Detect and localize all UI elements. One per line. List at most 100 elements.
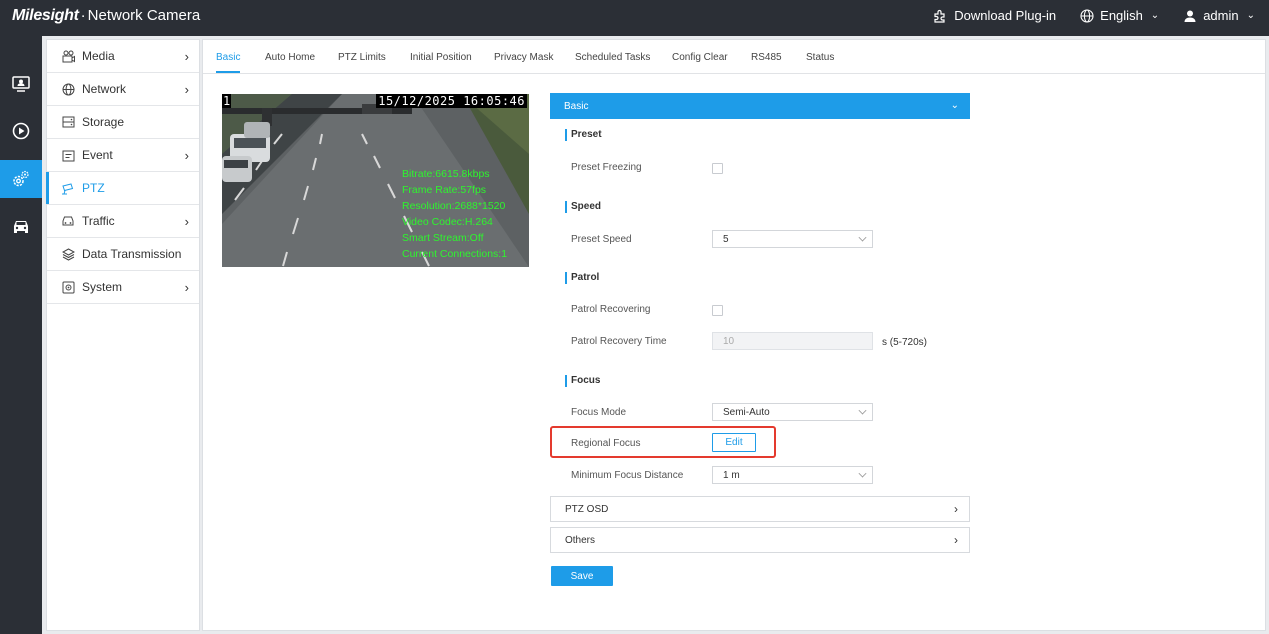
tab-auto-home[interactable]: Auto Home (265, 52, 315, 63)
chevron-down-icon: ⌄ (1150, 10, 1160, 21)
playback-icon (12, 122, 30, 140)
sidebar-item-event[interactable]: Event › (47, 139, 199, 172)
chevron-down-icon (858, 406, 867, 415)
chevron-right-icon: › (184, 82, 189, 97)
brand-logo: Milesight (12, 7, 79, 24)
brand-title: Network Camera (87, 7, 201, 24)
others-label: Others (565, 534, 596, 546)
top-bar: Milesight · Network Camera Download Plug… (0, 0, 1269, 36)
sidebar-item-storage[interactable]: Storage (47, 106, 199, 139)
min-focus-distance-select[interactable]: 1 m (712, 466, 873, 484)
regional-focus-label: Regional Focus (571, 438, 641, 449)
event-icon (61, 148, 75, 162)
user-menu[interactable]: admin ⌄ (1183, 8, 1255, 23)
chevron-right-icon: › (184, 49, 189, 64)
group-title-preset: Preset (565, 129, 602, 141)
download-plugin-label: Download Plug-in (954, 8, 1057, 23)
globe-icon (1080, 8, 1094, 23)
tab-bar: Basic Auto Home PTZ Limits Initial Posit… (203, 40, 1265, 74)
osd-resolution: Resolution:2688*1520 (402, 200, 506, 212)
settings-side-menu: Media › Network › Storage Event › PTZ Tr… (46, 39, 200, 631)
osd-smart-stream: Smart Stream:Off (402, 232, 484, 244)
download-plugin-link[interactable]: Download Plug-in (933, 8, 1056, 23)
sidebar-item-label: Media (82, 49, 115, 63)
brand: Milesight · Network Camera (12, 7, 200, 25)
save-button[interactable]: Save (551, 566, 613, 586)
tab-basic[interactable]: Basic (216, 52, 241, 73)
tab-rs485[interactable]: RS485 (751, 52, 782, 63)
section-title: Basic (564, 100, 589, 112)
patrol-recovery-time-unit: s (5-720s) (882, 337, 928, 348)
sidebar-item-traffic[interactable]: Traffic › (47, 205, 199, 238)
car-icon (61, 214, 75, 228)
language-label: English (1100, 8, 1143, 23)
live-view-icon (12, 76, 30, 92)
regional-focus-edit-button[interactable]: Edit (712, 433, 756, 452)
ptz-camera-icon (61, 181, 75, 195)
focus-mode-select[interactable]: Semi-Auto (712, 403, 873, 421)
main-panel: Basic Auto Home PTZ Limits Initial Posit… (202, 39, 1266, 631)
basic-section-header[interactable]: Basic ⌄ (550, 93, 970, 119)
tab-ptz-limits[interactable]: PTZ Limits (338, 52, 386, 63)
osd-frame-rate: Frame Rate:57fps (402, 184, 487, 196)
sidebar-item-label: System (82, 280, 123, 294)
brand-separator: · (80, 7, 86, 24)
settings-nav[interactable] (0, 160, 42, 198)
live-view-nav[interactable] (0, 65, 42, 103)
chevron-right-icon: › (184, 280, 189, 295)
plugin-icon (934, 9, 945, 23)
vehicle-icon (14, 221, 28, 233)
patrol-recovery-time-input[interactable]: 10 (712, 332, 873, 350)
tab-config-clear[interactable]: Config Clear (672, 52, 728, 63)
group-title-speed: Speed (565, 201, 601, 213)
preset-speed-label: Preset Speed (571, 234, 632, 245)
settings-icon (13, 170, 29, 187)
min-focus-distance-value: 1 m (723, 469, 740, 481)
chevron-right-icon: › (184, 214, 189, 229)
sidebar-item-ptz[interactable]: PTZ (46, 172, 199, 205)
preset-speed-select[interactable]: 5 (712, 230, 873, 248)
preset-freezing-checkbox[interactable] (712, 163, 723, 174)
media-icon (61, 49, 75, 63)
chevron-down-icon: ⌄ (1246, 10, 1255, 21)
tab-initial-position[interactable]: Initial Position (410, 52, 472, 63)
sidebar-item-label: PTZ (82, 181, 105, 195)
layers-icon (61, 247, 75, 261)
sidebar-item-label: Storage (82, 115, 125, 129)
sidebar-item-system[interactable]: System › (47, 271, 199, 304)
storage-icon (61, 115, 75, 129)
vehicle-nav[interactable] (0, 207, 42, 245)
user-icon (1184, 10, 1196, 22)
patrol-recovery-time-value: 10 (723, 335, 735, 347)
tab-privacy-mask[interactable]: Privacy Mask (494, 52, 553, 63)
playback-nav[interactable] (0, 112, 42, 150)
ptz-osd-label: PTZ OSD (565, 503, 609, 515)
sidebar-item-data-transmission[interactable]: Data Transmission (47, 238, 199, 271)
live-video-preview[interactable]: 1 15/12/2025 16:05:46 Bitrate:6615.8kbps… (222, 94, 529, 267)
ptz-osd-section[interactable]: PTZ OSD › (550, 496, 970, 522)
chevron-right-icon: › (954, 502, 958, 516)
tab-status[interactable]: Status (806, 52, 834, 63)
chevron-right-icon: › (184, 148, 189, 163)
focus-mode-value: Semi-Auto (723, 406, 770, 418)
sidebar-item-label: Event (82, 148, 113, 162)
sidebar-item-label: Network (82, 82, 127, 96)
user-label: admin (1203, 8, 1239, 23)
system-icon (61, 280, 75, 294)
preset-speed-value: 5 (723, 233, 729, 245)
chevron-down-icon: ⌄ (950, 100, 959, 111)
sidebar-item-network[interactable]: Network › (47, 73, 199, 106)
tab-scheduled-tasks[interactable]: Scheduled Tasks (575, 52, 650, 63)
chevron-down-icon (858, 233, 867, 242)
others-section[interactable]: Others › (550, 527, 970, 553)
osd-connections: Current Connections:1 (402, 248, 508, 260)
group-title-patrol: Patrol (565, 272, 599, 284)
patrol-recovering-checkbox[interactable] (712, 305, 723, 316)
globe-icon (61, 82, 75, 96)
sidebar-item-media[interactable]: Media › (47, 40, 199, 73)
language-select[interactable]: English ⌄ (1080, 8, 1159, 23)
chevron-down-icon (858, 469, 867, 478)
group-title-focus: Focus (565, 375, 600, 387)
sidebar-item-label: Traffic (82, 214, 115, 228)
icon-bar (0, 36, 42, 634)
